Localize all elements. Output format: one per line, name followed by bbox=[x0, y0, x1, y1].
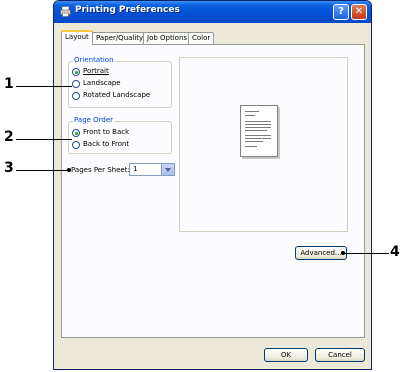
callout-1: 1 bbox=[4, 76, 14, 92]
pages-per-sheet-select[interactable]: 1 bbox=[129, 163, 175, 176]
chevron-down-icon[interactable] bbox=[161, 164, 174, 175]
ok-button[interactable]: OK bbox=[264, 348, 308, 362]
callout-4-dot bbox=[341, 251, 345, 255]
callout-3-dot bbox=[67, 168, 71, 172]
page-order-group-label: Page Order bbox=[73, 116, 115, 124]
portrait-radio[interactable] bbox=[72, 68, 80, 76]
rotated-landscape-label[interactable]: Rotated Landscape bbox=[83, 91, 150, 99]
title-bar[interactable]: Printing Preferences ? ✕ bbox=[54, 1, 371, 23]
front-to-back-radio[interactable] bbox=[72, 129, 80, 137]
back-to-front-label[interactable]: Back to Front bbox=[83, 140, 129, 148]
page-order-group bbox=[68, 121, 172, 154]
callout-4: 4 bbox=[390, 244, 400, 260]
callout-4-line bbox=[343, 253, 389, 254]
tab-job-options[interactable]: Job Options bbox=[143, 32, 192, 44]
callout-2: 2 bbox=[4, 129, 14, 145]
landscape-radio[interactable] bbox=[72, 80, 80, 88]
portrait-label[interactable]: Portrait bbox=[83, 67, 109, 75]
window-title: Printing Preferences bbox=[75, 5, 180, 15]
orientation-group-label: Orientation bbox=[73, 56, 115, 64]
landscape-label[interactable]: Landscape bbox=[83, 79, 121, 87]
callout-1-line bbox=[16, 86, 72, 87]
help-button[interactable]: ? bbox=[333, 4, 349, 20]
callout-3-line bbox=[16, 170, 69, 171]
advanced-button[interactable]: Advanced... bbox=[295, 246, 347, 260]
tab-layout[interactable]: Layout bbox=[61, 30, 93, 45]
back-to-front-radio[interactable] bbox=[72, 141, 80, 149]
callout-3: 3 bbox=[4, 160, 14, 176]
front-to-back-label[interactable]: Front to Back bbox=[83, 128, 129, 136]
page-preview-icon bbox=[240, 105, 278, 157]
pages-per-sheet-label: Pages Per Sheet: bbox=[71, 166, 130, 174]
printer-icon bbox=[60, 6, 71, 17]
tab-paper-quality[interactable]: Paper/Quality bbox=[92, 32, 148, 44]
cancel-button[interactable]: Cancel bbox=[315, 348, 365, 362]
close-button[interactable]: ✕ bbox=[351, 4, 367, 20]
rotated-landscape-radio[interactable] bbox=[72, 92, 80, 100]
pages-per-sheet-value: 1 bbox=[133, 165, 138, 173]
callout-2-line bbox=[16, 139, 72, 140]
tab-color[interactable]: Color bbox=[188, 32, 215, 44]
